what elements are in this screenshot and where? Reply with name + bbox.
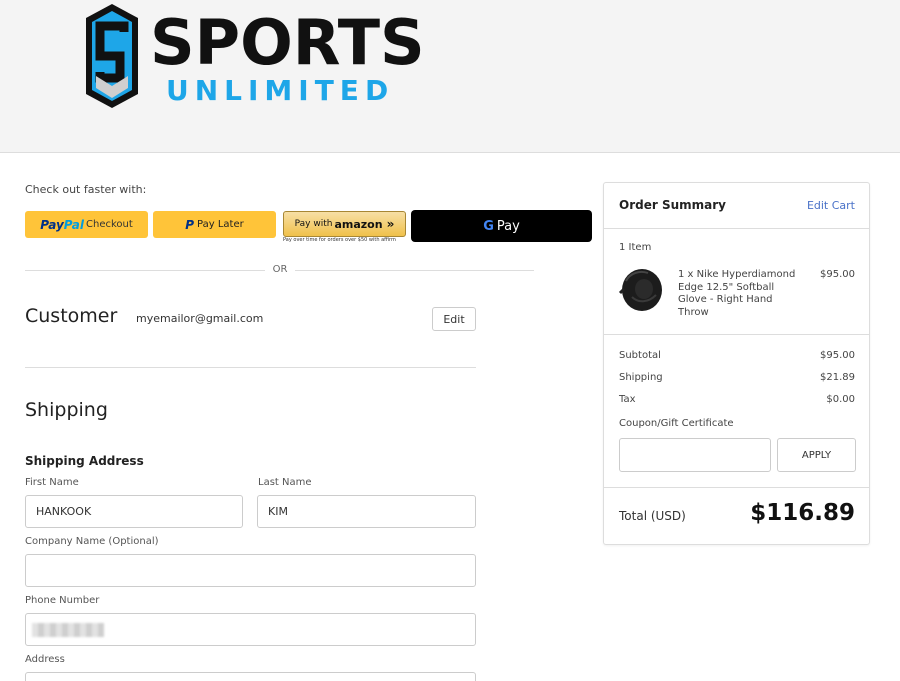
shipping-address-heading: Shipping Address	[25, 454, 144, 468]
first-name-label: First Name	[25, 477, 79, 488]
blurred-phone-value	[32, 622, 104, 637]
google-pay-button[interactable]: G Pay	[411, 210, 592, 242]
shipping-heading: Shipping	[25, 399, 108, 421]
order-summary-title: Order Summary	[619, 198, 726, 212]
or-divider-right	[295, 270, 534, 271]
summary-divider	[604, 334, 869, 335]
amazon-logo: amazon	[334, 217, 383, 231]
paypal-checkout-button[interactable]: Pay Pal Checkout	[25, 211, 148, 238]
last-name-field[interactable]: KIM	[257, 495, 476, 528]
address-label: Address	[25, 654, 65, 665]
item-name: 1 x Nike Hyperdiamond Edge 12.5" Softbal…	[678, 269, 796, 318]
address-field[interactable]	[25, 672, 476, 681]
paypal-paylater-button[interactable]: P Pay Later	[153, 211, 276, 238]
summary-divider	[604, 228, 869, 229]
gpay-text: Pay	[496, 218, 520, 234]
item-count: 1 Item	[619, 242, 652, 253]
subtotal-value: $95.00	[820, 350, 855, 361]
edit-cart-link[interactable]: Edit Cart	[807, 199, 855, 212]
amazon-pay-button[interactable]: Pay with amazon»	[283, 211, 406, 237]
or-separator: OR	[272, 264, 288, 275]
tax-value: $0.00	[826, 394, 855, 405]
paypal-logo-pal: Pal	[63, 217, 85, 232]
phone-number-field[interactable]	[25, 613, 476, 646]
site-header: SPORTS UNLIMITED	[0, 0, 900, 153]
customer-email: myemailor@gmail.com	[136, 312, 264, 325]
coupon-label: Coupon/Gift Certificate	[619, 418, 734, 429]
shipping-cost-value: $21.89	[820, 372, 855, 383]
item-price: $95.00	[820, 269, 855, 280]
amazon-prefix: Pay with	[294, 219, 333, 229]
paypal-p-icon: P	[185, 217, 195, 232]
subtotal-label: Subtotal	[619, 350, 661, 361]
summary-divider	[604, 487, 869, 488]
order-summary-panel: Order Summary Edit Cart 1 Item 1 x Nike …	[603, 182, 870, 545]
customer-heading: Customer	[25, 305, 118, 327]
express-checkout-label: Check out faster with:	[25, 183, 147, 196]
total-label: Total (USD)	[619, 509, 686, 523]
paypal-checkout-text: Checkout	[86, 219, 133, 230]
google-g-icon: G	[483, 218, 494, 234]
affirm-note: Pay over time for orders over $50 with a…	[283, 237, 396, 243]
first-name-field[interactable]: HANKOOK	[25, 495, 243, 528]
sports-unlimited-logo[interactable]: SPORTS UNLIMITED	[84, 2, 444, 112]
brand-unlimited: UNLIMITED	[166, 74, 394, 107]
coupon-code-input[interactable]	[619, 438, 771, 472]
tax-label: Tax	[619, 394, 636, 405]
company-name-label: Company Name (Optional)	[25, 536, 159, 547]
company-name-field[interactable]	[25, 554, 476, 587]
paylater-text: Pay Later	[197, 219, 244, 230]
brand-sports: SPORTS	[150, 6, 425, 79]
total-value: $116.89	[750, 500, 855, 526]
phone-number-label: Phone Number	[25, 595, 100, 606]
apply-coupon-button[interactable]: APPLY	[777, 438, 856, 472]
softball-glove-image	[618, 269, 662, 311]
double-chevron-icon: »	[386, 217, 395, 231]
last-name-label: Last Name	[258, 477, 312, 488]
section-divider	[25, 367, 476, 368]
edit-customer-button[interactable]: Edit	[432, 307, 476, 331]
shipping-cost-label: Shipping	[619, 372, 663, 383]
paypal-logo-pay: Pay	[40, 217, 64, 232]
or-divider-left	[25, 270, 265, 271]
